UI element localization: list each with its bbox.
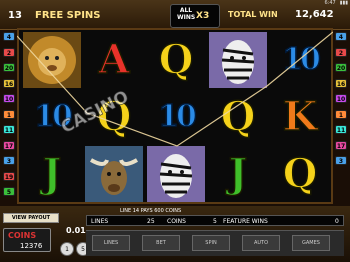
payline-marker[interactable]: 2 bbox=[3, 47, 15, 57]
symbol-j: J bbox=[209, 146, 267, 202]
payline-marker[interactable]: 2 bbox=[335, 47, 347, 57]
payline-marker[interactable]: 20 bbox=[335, 63, 347, 72]
games-button[interactable]: GAMES bbox=[292, 235, 330, 251]
symbol-a: A bbox=[85, 32, 143, 88]
coin-size-value[interactable]: 0.01 bbox=[66, 226, 86, 235]
payline-marker[interactable]: 20 bbox=[3, 63, 15, 72]
payline-marker[interactable]: 1 bbox=[335, 109, 347, 119]
symbol-q: Q bbox=[271, 146, 329, 202]
payline-marker[interactable]: 1 bbox=[3, 109, 15, 119]
symbol-text: J bbox=[228, 150, 248, 197]
feature-wins-label: FEATURE WINS bbox=[223, 218, 268, 225]
status-time: 6:47 bbox=[324, 0, 336, 6]
view-payout-button[interactable]: VIEW PAYOUT bbox=[3, 213, 59, 223]
bet-button[interactable]: BET bbox=[142, 235, 180, 251]
total-win-label: TOTAL WIN bbox=[228, 10, 278, 19]
coins-bet-value: 5 bbox=[213, 218, 217, 225]
free-spins-count: 13 bbox=[8, 10, 22, 21]
payline-marker[interactable]: 17 bbox=[3, 140, 15, 150]
symbol-text: Q bbox=[220, 93, 256, 140]
coins-value: 12376 bbox=[20, 242, 43, 250]
symbol-10: 10 bbox=[271, 32, 329, 88]
auto-button[interactable]: AUTO bbox=[242, 235, 280, 251]
payout-message: LINE 14 PAYS 600 COINS bbox=[120, 208, 182, 214]
symbol-text: J bbox=[42, 150, 62, 197]
payline-marker[interactable]: 16 bbox=[3, 78, 15, 88]
multiplier-value: X3 bbox=[196, 11, 210, 21]
lines-value: 25 bbox=[147, 218, 155, 225]
payline-marker[interactable]: 10 bbox=[335, 94, 347, 103]
payline-marker[interactable]: 10 bbox=[3, 94, 15, 103]
symbol-q: Q bbox=[147, 32, 205, 88]
payline-marker[interactable]: 3 bbox=[3, 156, 15, 165]
multiplier-label: ALL WINS bbox=[177, 7, 196, 21]
free-spins-label: FREE SPINS bbox=[35, 10, 101, 21]
symbol-zebra-icon bbox=[209, 32, 267, 88]
payline-marker[interactable]: 19 bbox=[3, 171, 15, 181]
symbol-bull-icon bbox=[85, 146, 143, 202]
spin-button[interactable]: SPIN bbox=[192, 235, 230, 251]
control-bar: LINES BET SPIN AUTO GAMES bbox=[86, 230, 344, 256]
lines-label: LINES bbox=[91, 218, 109, 225]
battery-icon: ▮▮▮ bbox=[339, 0, 348, 6]
payline-marker[interactable]: 11 bbox=[335, 125, 347, 134]
chip-1[interactable]: 1 bbox=[60, 242, 74, 256]
payline-marker[interactable]: 5 bbox=[3, 187, 15, 196]
symbol-lion-icon bbox=[23, 32, 81, 88]
total-win-value: 12,642 bbox=[295, 9, 334, 20]
symbol-10: 10 bbox=[147, 89, 205, 145]
multiplier-box: ALL WINS X3 bbox=[170, 4, 220, 28]
payline-marker[interactable]: 4 bbox=[335, 32, 347, 41]
symbol-zebra-icon bbox=[147, 146, 205, 202]
coins-bet-label: COINS bbox=[167, 218, 186, 225]
payline-marker[interactable]: 11 bbox=[3, 125, 15, 134]
top-bar: 6:47 ▮▮▮ 13 FREE SPINS ALL WINS X3 TOTAL… bbox=[0, 0, 350, 30]
symbol-text: Q bbox=[282, 150, 318, 197]
symbol-text: K bbox=[282, 93, 318, 140]
coins-balance: COINS 12376 bbox=[3, 228, 51, 252]
symbol-j: J bbox=[23, 146, 81, 202]
status-bar: 6:47 ▮▮▮ bbox=[325, 0, 349, 6]
slot-game: 6:47 ▮▮▮ 13 FREE SPINS ALL WINS X3 TOTAL… bbox=[0, 0, 350, 262]
payline-marker[interactable]: 3 bbox=[335, 156, 347, 165]
payline-marker[interactable]: 4 bbox=[3, 32, 15, 41]
symbol-q: Q bbox=[209, 89, 267, 145]
lines-button[interactable]: LINES bbox=[92, 235, 130, 251]
symbol-text: 10 bbox=[281, 42, 321, 77]
symbol-k: K bbox=[271, 89, 329, 145]
symbol-text: 10 bbox=[157, 99, 197, 134]
feature-wins-value: 0 bbox=[335, 218, 339, 225]
symbol-text: Q bbox=[158, 36, 194, 83]
symbol-text: A bbox=[98, 36, 131, 83]
payline-marker[interactable]: 16 bbox=[335, 78, 347, 88]
coins-label: COINS bbox=[8, 231, 37, 240]
payline-marker[interactable]: 17 bbox=[335, 140, 347, 150]
bottom-panel: VIEW PAYOUT COINS 12376 0.01 1 5 LINE 14… bbox=[0, 206, 350, 262]
bet-info-row: LINES 25 COINS 5 FEATURE WINS 0 bbox=[86, 215, 344, 226]
